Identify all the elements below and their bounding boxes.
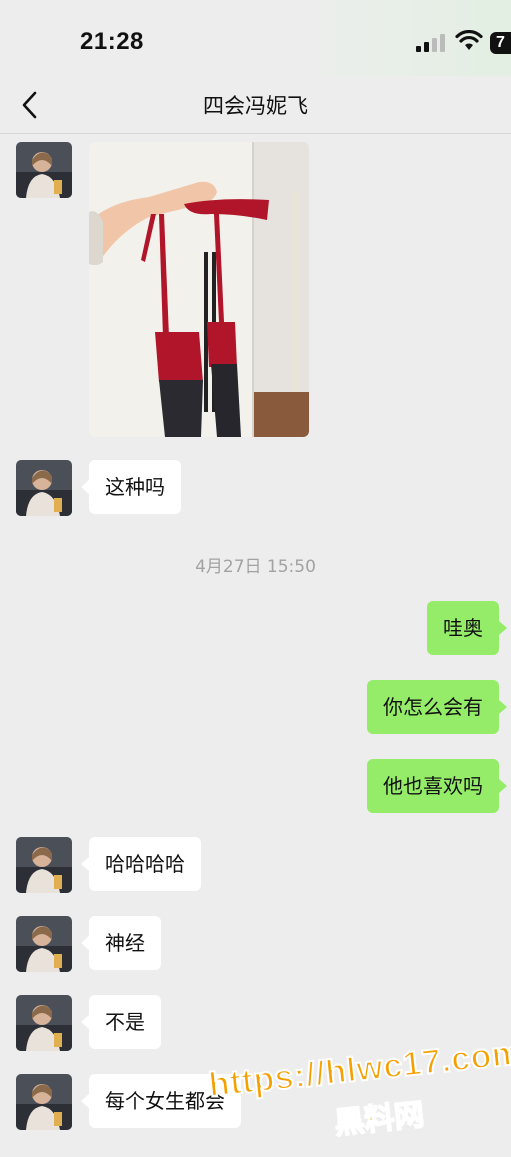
chat-title: 四会冯妮飞: [203, 94, 308, 118]
avatar-image: [16, 837, 72, 893]
status-time: 21:28: [80, 28, 144, 55]
incoming-message[interactable]: 这种吗: [81, 460, 181, 514]
incoming-message[interactable]: 哈哈哈哈: [81, 837, 201, 891]
contact-avatar[interactable]: [16, 1074, 72, 1130]
outgoing-message[interactable]: 他也喜欢吗: [367, 759, 507, 813]
cellular-signal-icon: [416, 34, 445, 52]
contact-avatar[interactable]: [16, 460, 72, 516]
avatar-image: [16, 460, 72, 516]
avatar-image: [16, 1074, 72, 1130]
avatar-image: [16, 995, 72, 1051]
watermark-url: https://hlwc17.com: [206, 1033, 511, 1106]
contact-avatar[interactable]: [16, 142, 72, 198]
battery-icon: 7: [490, 32, 511, 54]
status-bar: 21:28 7: [0, 0, 511, 84]
message-timestamp: 4月27日 15:50: [195, 557, 316, 577]
watermark: https://hlwc17.com 黑料网: [206, 1033, 511, 1143]
outgoing-message[interactable]: 哇奥: [427, 601, 507, 655]
chat-header: 四会冯妮飞: [0, 76, 511, 134]
outgoing-message[interactable]: 你怎么会有: [367, 680, 507, 734]
watermark-text: 黑料网: [332, 1097, 427, 1143]
avatar-image: [16, 142, 72, 198]
contact-avatar[interactable]: [16, 916, 72, 972]
incoming-message[interactable]: 神经: [81, 916, 161, 970]
contact-avatar[interactable]: [16, 995, 72, 1051]
contact-avatar[interactable]: [16, 837, 72, 893]
avatar-image: [16, 916, 72, 972]
wifi-icon: [455, 30, 483, 50]
incoming-message[interactable]: 不是: [81, 995, 161, 1049]
incoming-message[interactable]: 每个女生都会: [81, 1074, 241, 1128]
photo-image: [89, 142, 309, 437]
shared-photo[interactable]: [89, 142, 309, 437]
